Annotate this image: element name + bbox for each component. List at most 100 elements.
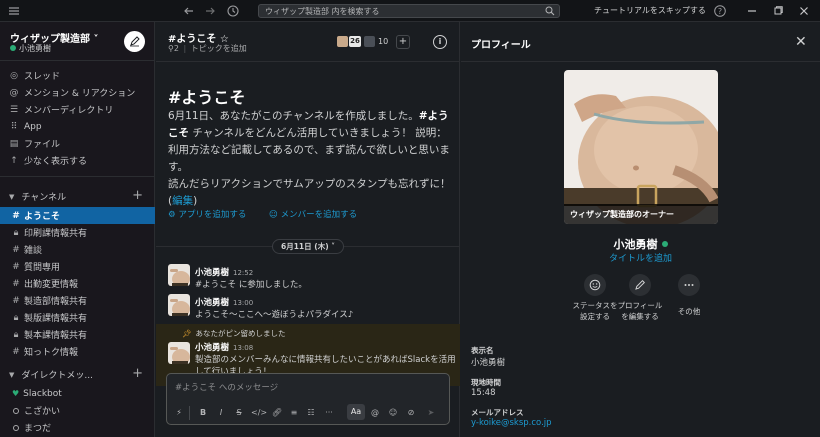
formatting-toggle-button[interactable]: Aa <box>347 404 365 420</box>
message-author[interactable]: 小池勇樹 13:00 <box>195 296 253 308</box>
add-member-button[interactable]: + <box>396 35 410 49</box>
date-jump-button[interactable]: 6月11日 (木) ˅ <box>272 239 344 254</box>
forward-arrow-icon[interactable] <box>203 4 217 18</box>
ordered-list-icon[interactable]: ≡ <box>288 407 300 419</box>
link-icon[interactable]: 🔗︎ <box>271 407 283 419</box>
channel-item[interactable]: 🔒︎ 製本課情報共有 <box>0 326 155 343</box>
channel-item[interactable]: # 知っトク情報 <box>0 343 155 360</box>
message-time[interactable]: 13:00 <box>233 299 253 307</box>
info-icon[interactable]: i <box>433 35 447 49</box>
hash-icon: # <box>12 244 20 255</box>
add-topic-link[interactable]: トピックを追加 <box>191 44 247 53</box>
back-arrow-icon[interactable] <box>182 4 196 18</box>
nav-files[interactable]: ▤ ファイル <box>0 135 155 152</box>
message-composer[interactable]: #ようこそ へのメッセージ ⚡︎ B I S </> 🔗︎ ≡ ☷ ··· Aa… <box>166 373 450 425</box>
member-avatars[interactable]: 26 <box>336 35 376 49</box>
channels-section-header[interactable]: ▼ チャンネル + <box>0 188 155 205</box>
channel-name: 製版課情報共有 <box>24 314 88 324</box>
italic-icon[interactable]: I <box>215 407 227 419</box>
send-icon[interactable]: ➤ <box>425 407 437 419</box>
add-title-link[interactable]: タイトルを追加 <box>461 251 820 264</box>
channel-item[interactable]: 🔒︎ 製版課情報共有 <box>0 309 155 326</box>
channel-item[interactable]: 🔒︎ 印刷課情報共有 <box>0 224 155 241</box>
avatar[interactable] <box>168 264 190 286</box>
add-channel-icon[interactable]: + <box>132 188 143 203</box>
member-count[interactable]: 10 <box>378 37 388 46</box>
pencil-icon <box>629 274 651 296</box>
code-icon[interactable]: </> <box>251 407 267 419</box>
channel-item[interactable]: # 製造部情報共有 <box>0 292 155 309</box>
action-label: その他 <box>677 307 701 316</box>
close-icon[interactable]: ✕ <box>795 34 807 50</box>
shortcut-icon[interactable]: ⚡︎ <box>173 407 185 419</box>
history-icon[interactable] <box>226 4 240 18</box>
dm-item[interactable]: こざかい <box>0 402 155 419</box>
channel-name: 製造部情報共有 <box>24 297 88 307</box>
channel-item[interactable]: # 質問専用 <box>0 258 155 275</box>
channel-name: 質問専用 <box>24 263 61 273</box>
photo-caption-text: ウィザップ製造部のオーナー <box>570 210 674 219</box>
nav-mentions[interactable]: @ メンション & リアクション <box>0 84 155 101</box>
action-label: を編集する <box>621 312 659 321</box>
skip-tutorial-link[interactable]: チュートリアルをスキップする <box>594 5 706 16</box>
add-member-link[interactable]: ☺︎ メンバーを追加する <box>269 210 367 220</box>
close-window-icon[interactable] <box>797 4 811 18</box>
profile-photo[interactable]: ウィザップ製造部のオーナー <box>564 70 718 224</box>
photo-caption: ウィザップ製造部のオーナー <box>564 204 718 224</box>
minimize-icon[interactable] <box>745 4 759 18</box>
intro-title: #ようこそ <box>168 88 246 107</box>
action-label: 設定する <box>580 312 610 321</box>
compose-button[interactable] <box>124 31 145 52</box>
channel-view: #ようこそ ☆ ⚲2 | トピックを追加 26 10 + i #ようこそ 6月1… <box>156 22 460 437</box>
maximize-icon[interactable] <box>771 4 785 18</box>
nav-show-less[interactable]: ↑ 少なく表示する <box>0 152 155 169</box>
hash-icon: # <box>12 261 20 272</box>
mention-icon[interactable]: @ <box>369 407 381 419</box>
profile-header: プロフィール ✕ <box>461 22 820 62</box>
more-actions-button[interactable]: その他 <box>659 274 719 317</box>
menu-icon[interactable] <box>7 4 21 18</box>
message-time[interactable]: 12:52 <box>233 269 253 277</box>
nav-label: メンバーディレクトリ <box>24 106 114 116</box>
search-input[interactable]: ウィザップ製造部 内を検索する <box>258 4 560 18</box>
attachment-icon[interactable]: ⊘ <box>405 407 417 419</box>
more-formatting-icon[interactable]: ··· <box>323 407 335 419</box>
channel-item[interactable]: # 雑談 <box>0 241 155 258</box>
email-link[interactable]: y-koike@sksp.co.jp <box>471 418 552 428</box>
svg-text:?: ? <box>718 7 722 16</box>
heart-icon: ♥ <box>12 389 20 398</box>
message-time[interactable]: 13:08 <box>233 344 253 352</box>
channel-item-youkoso[interactable]: # ようこそ <box>0 207 155 224</box>
profile-panel: プロフィール ✕ ウィザップ製造部のオーナー 小池勇樹 タイトルを追加 ステータ… <box>461 22 820 437</box>
bold-icon[interactable]: B <box>197 407 209 419</box>
author-name: 小池勇樹 <box>195 343 230 353</box>
edit-description-link[interactable]: 編集 <box>172 195 193 207</box>
field-label-display-name: 表示名 <box>471 346 494 355</box>
add-app-link[interactable]: ⚙︎ アプリを追加する <box>168 210 256 220</box>
help-icon[interactable]: ? <box>713 4 727 18</box>
avatar[interactable] <box>168 342 190 364</box>
lock-icon: 🔒︎ <box>13 329 19 340</box>
nav-apps[interactable]: ⠿ App <box>0 118 155 135</box>
add-dm-icon[interactable]: + <box>132 366 143 381</box>
bullet-list-icon[interactable]: ☷ <box>305 407 317 419</box>
dm-item[interactable]: まつだ <box>0 419 155 436</box>
channel-item[interactable]: # 出勤変更情報 <box>0 275 155 292</box>
channel-name: ようこそ <box>24 212 61 222</box>
nav-label: スレッド <box>24 72 61 82</box>
nav-directory[interactable]: ☰ メンバーディレクトリ <box>0 101 155 118</box>
channel-description: 6月11日、あなたがこのチャンネルを作成しました。#ようこそ チャンネルをどんど… <box>168 108 452 210</box>
message-author[interactable]: 小池勇樹 12:52 <box>195 266 253 278</box>
message-text: ようこそ〜ここへ〜遊ぼうよパラダイス♪ <box>195 310 354 320</box>
avatar[interactable] <box>168 294 190 316</box>
profile-name: 小池勇樹 <box>461 236 820 252</box>
pin-count[interactable]: 2 <box>174 44 179 53</box>
dm-item-slackbot[interactable]: ♥ Slackbot <box>0 385 155 402</box>
message-author[interactable]: 小池勇樹 13:08 <box>195 341 253 353</box>
hash-icon: # <box>12 346 20 357</box>
emoji-icon[interactable]: ☺︎ <box>387 407 399 419</box>
dm-section-header[interactable]: ▼ ダイレクトメッ... + <box>0 366 155 383</box>
strikethrough-icon[interactable]: S <box>233 407 245 419</box>
nav-threads[interactable]: ◎ スレッド <box>0 67 155 84</box>
sidebar: ウィザップ製造部 ˅ 小池勇樹 ◎ スレッド @ メンション & リアクション ☰ メ… <box>0 22 155 437</box>
